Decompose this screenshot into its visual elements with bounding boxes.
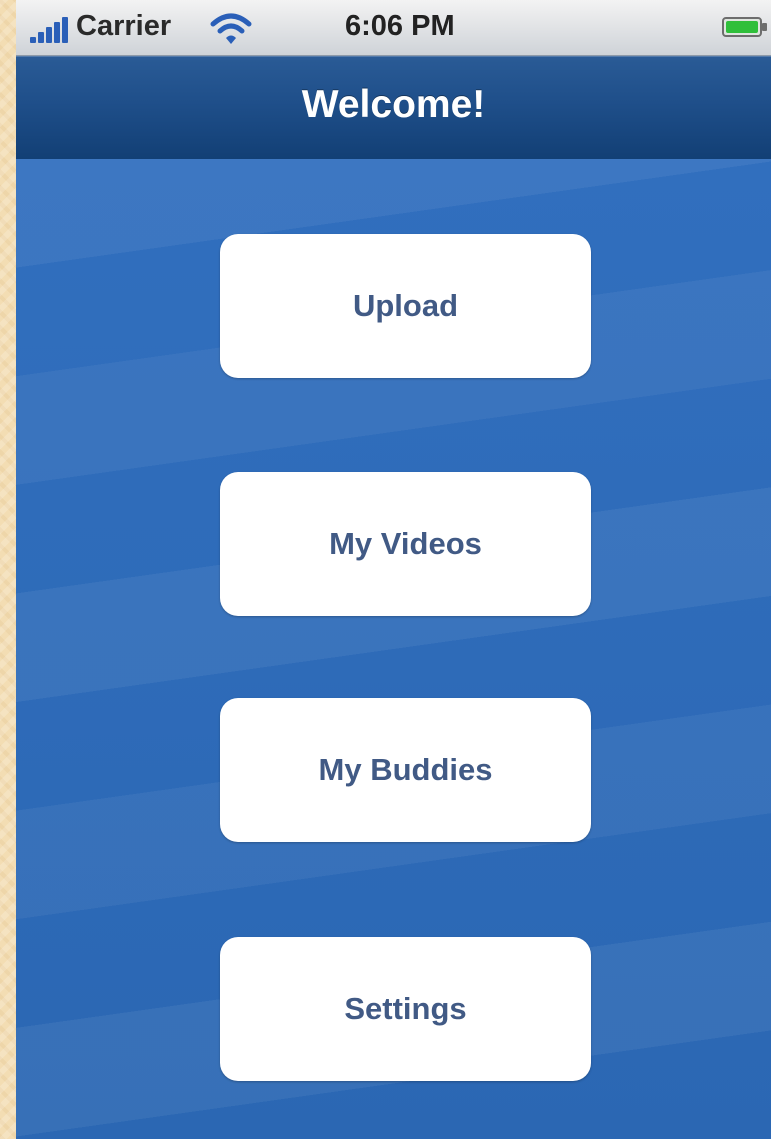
- my-buddies-button-label: My Buddies: [318, 752, 493, 787]
- wifi-icon: [210, 13, 252, 44]
- phone-screen: Carrier 6:06 PM Welcome! Upload My Video…: [16, 0, 771, 1139]
- upload-button[interactable]: Upload: [220, 234, 591, 378]
- signal-bars-icon: [30, 17, 72, 43]
- my-videos-button-label: My Videos: [329, 526, 482, 561]
- status-time: 6:06 PM: [345, 10, 455, 42]
- upload-button-label: Upload: [352, 288, 459, 323]
- menu-area: Upload My Videos My Buddies Settings: [16, 159, 771, 1139]
- navigation-bar: Welcome!: [16, 56, 771, 160]
- my-buddies-button[interactable]: My Buddies: [220, 698, 591, 842]
- my-videos-button[interactable]: My Videos: [220, 472, 591, 616]
- status-bar: Carrier 6:06 PM: [16, 0, 771, 56]
- settings-button[interactable]: Settings: [220, 937, 591, 1081]
- settings-button-label: Settings: [344, 991, 467, 1026]
- battery-icon: [722, 17, 767, 37]
- carrier-label: Carrier: [76, 10, 172, 42]
- page-background: { "status_bar": { "carrier": "Carrier", …: [0, 0, 771, 1139]
- page-title: Welcome!: [301, 83, 486, 126]
